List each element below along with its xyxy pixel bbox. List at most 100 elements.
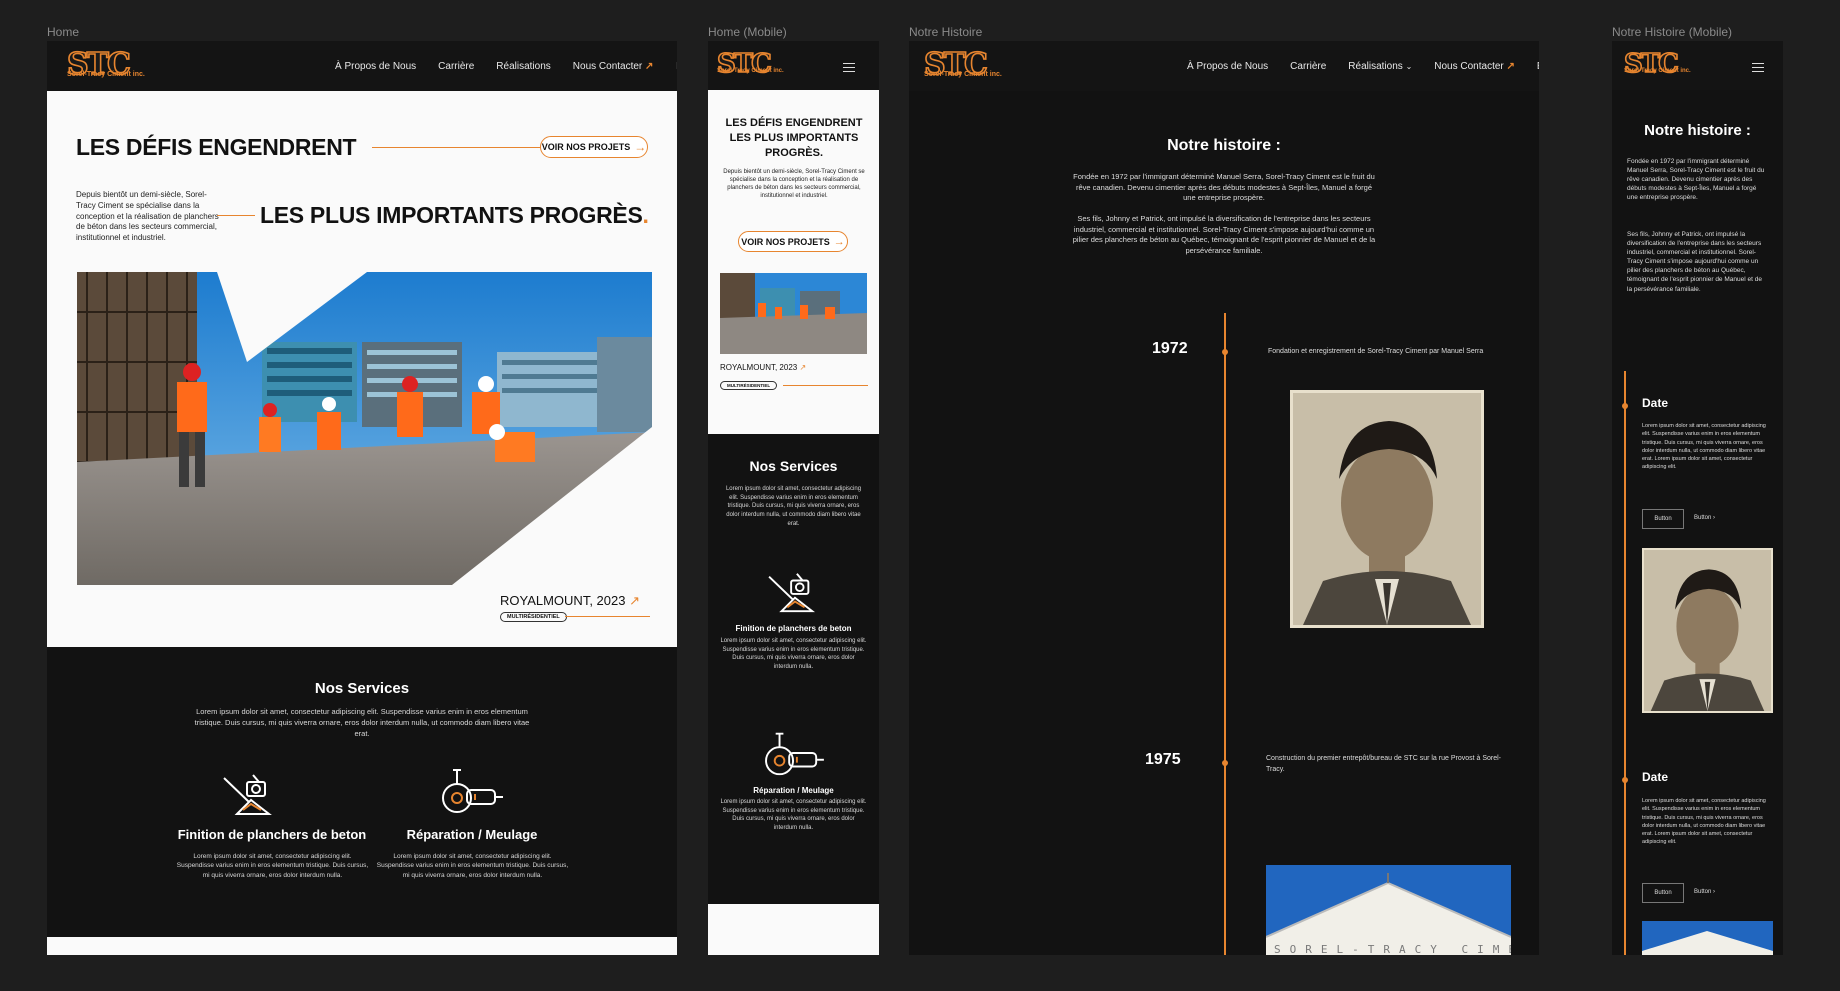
mobile-date-2-text: Lorem ipsum dolor sit amet, consectetur …	[1642, 798, 1766, 846]
arrow-right-icon: →	[833, 235, 845, 248]
hero-headline-2: LES PLUS IMPORTANTS PROGRÈS.	[260, 202, 649, 229]
project-tag: MULTIRÉSIDENTIEL	[500, 612, 567, 622]
histoire-para-2: Ses fils, Johnny et Patrick, ont impulsé…	[1072, 214, 1376, 255]
mobile-caption-line	[783, 385, 868, 386]
project-caption-text: ROYALMOUNT, 2023	[720, 363, 798, 372]
hero-line	[372, 147, 542, 148]
hero-intro: Depuis bientôt un demi-siècle, Sorel-Tra…	[76, 190, 219, 243]
building-sign: SOREL-TRACY CIMEN	[1274, 943, 1511, 955]
mobile-histoire-title: Notre histoire :	[1644, 122, 1751, 139]
nav-about[interactable]: À Propos de Nous	[335, 61, 416, 72]
home-mobile-frame: STC Sorel-Tracy Ciment inc. LES DÉFIS EN…	[708, 41, 879, 955]
nav-lang[interactable]: EN	[675, 61, 677, 72]
mobile-services-title: Nos Services	[749, 458, 838, 474]
nav-career[interactable]: Carrière	[438, 61, 474, 72]
mobile-intro: Depuis bientôt un demi-siècle, Sorel-Tra…	[723, 169, 865, 200]
nav-contact[interactable]: Nous Contacter ↗	[573, 61, 654, 72]
chevron-right-icon: ›	[1713, 889, 1716, 895]
mobile-service-1-name: Finition de planchers de beton	[735, 624, 852, 633]
mobile-navbar: STC Sorel-Tracy Ciment inc.	[1612, 41, 1783, 90]
timeline-line	[1224, 313, 1226, 955]
logo-name: Sorel-Tracy Ciment inc.	[924, 71, 1002, 78]
timeline-year-1975: 1975	[1145, 751, 1181, 768]
mobile-histoire-para-2: Ses fils, Johnny et Patrick, ont impulsé…	[1627, 231, 1762, 293]
intro-line	[217, 215, 255, 216]
hamburger-icon[interactable]	[1752, 60, 1764, 75]
nav-projects[interactable]: Réalisations ⌄	[1348, 61, 1412, 72]
arrow-up-right-icon: ↗	[1506, 61, 1515, 72]
timeline-year-1972: 1972	[1152, 340, 1188, 357]
hero-photo	[77, 272, 652, 585]
services-title: Nos Services	[314, 680, 410, 697]
histoire-para-1: Fondée en 1972 par l'immigrant déterminé…	[1073, 172, 1375, 202]
services-section: Nos Services Lorem ipsum dolor sit amet,…	[47, 647, 677, 937]
services-intro: Lorem ipsum dolor sit amet, consectetur …	[194, 707, 530, 738]
date-2-button[interactable]: Button	[1642, 883, 1684, 903]
date-1-link[interactable]: Button ›	[1694, 515, 1715, 521]
nav-lang[interactable]: EN	[1537, 61, 1539, 72]
timeline-dot	[1622, 777, 1628, 783]
frame-label-home-mobile: Home (Mobile)	[708, 25, 787, 39]
timeline-dot	[1222, 349, 1228, 355]
headline-2-text: LES PLUS IMPORTANTS PROGRÈS	[260, 202, 643, 228]
timeline-dot	[1222, 760, 1228, 766]
frame-label-home: Home	[47, 25, 80, 39]
see-projects-label: VOIR NOS PROJETS	[541, 142, 631, 152]
mobile-warehouse-photo	[1642, 921, 1773, 955]
nav-links: À Propos de Nous Carrière Réalisations ⌄…	[1165, 61, 1539, 72]
timeline-text-1975: Construction du premier entrepôt/bureau …	[1266, 755, 1502, 773]
home-frame: STC Sorel-Tracy Ciment inc. À Propos de …	[47, 41, 677, 955]
logo-name: Sorel-Tracy Ciment inc.	[67, 71, 145, 78]
caption-line	[565, 616, 650, 617]
hero-headline-1: LES DÉFIS ENGENDRENT	[76, 134, 357, 160]
arrow-up-right-icon: ↗	[799, 363, 807, 372]
mobile-headline: LES DÉFIS ENGENDRENT LES PLUS IMPORTANTS…	[725, 117, 863, 159]
nav-projects[interactable]: Réalisations	[496, 61, 550, 72]
angle-grinder-icon	[442, 769, 503, 813]
mobile-project-tag: MULTIRÉSIDENTIEL	[720, 381, 778, 390]
hamburger-icon[interactable]	[843, 60, 855, 75]
mobile-navbar: STC Sorel-Tracy Ciment inc.	[708, 41, 879, 90]
logo[interactable]: STC Sorel-Tracy Ciment inc.	[716, 50, 784, 78]
mobile-services-section: Nos Services Lorem ipsum dolor sit amet,…	[708, 434, 879, 904]
histoire-frame: STC Sorel-Tracy Ciment inc. À Propos de …	[909, 41, 1539, 955]
mobile-date-1: Date	[1642, 396, 1669, 410]
frame-label-histoire: Notre Histoire	[909, 25, 983, 39]
mobile-hero-photo	[720, 273, 867, 354]
project-caption[interactable]: ROYALMOUNT, 2023 ↗	[500, 593, 640, 609]
mobile-services-intro: Lorem ipsum dolor sit amet, consectetur …	[725, 486, 862, 527]
date-1-button[interactable]: Button	[1642, 509, 1684, 529]
chevron-right-icon: ›	[1713, 515, 1716, 521]
arrow-up-right-icon: ↗	[629, 593, 640, 608]
logo[interactable]: STC Sorel-Tracy Ciment inc.	[923, 49, 1002, 81]
mobile-histoire-para-1: Fondée en 1972 par l'immigrant déterminé…	[1627, 158, 1765, 202]
see-projects-button[interactable]: VOIR NOS PROJETS →	[540, 136, 648, 158]
logo-name: Sorel-Tracy Ciment inc.	[1624, 68, 1691, 74]
floor-finishing-icon	[768, 573, 816, 613]
nav-about[interactable]: À Propos de Nous	[1187, 61, 1268, 72]
logo-name: Sorel-Tracy Ciment inc.	[717, 68, 784, 74]
date-2-link[interactable]: Button ›	[1694, 889, 1715, 895]
see-projects-button[interactable]: VOIR NOS PROJETS →	[738, 231, 848, 252]
nav-contact[interactable]: Nous Contacter ↗	[1434, 61, 1515, 72]
navbar: STC Sorel-Tracy Ciment inc. À Propos de …	[47, 41, 677, 91]
portrait-photo	[1290, 390, 1484, 628]
nav-career[interactable]: Carrière	[1290, 61, 1326, 72]
histoire-mobile-frame: STC Sorel-Tracy Ciment inc. Notre histoi…	[1612, 41, 1783, 955]
headline-dot: .	[642, 202, 649, 228]
mobile-service-1-text: Lorem ipsum dolor sit amet, consectetur …	[720, 638, 867, 671]
service-1-name: Finition de planchers de beton	[177, 827, 367, 842]
timeline-text-1972: Fondation et enregistrement de Sorel-Tra…	[1268, 348, 1484, 355]
logo[interactable]: STC Sorel-Tracy Ciment inc.	[1623, 50, 1691, 78]
mobile-date-2: Date	[1642, 770, 1669, 784]
logo[interactable]: STC Sorel-Tracy Ciment inc.	[66, 49, 145, 81]
arrow-right-icon: →	[634, 140, 647, 154]
floor-finishing-icon	[223, 774, 272, 815]
mobile-project-caption[interactable]: ROYALMOUNT, 2023 ↗	[720, 363, 806, 372]
frame-label-histoire-mobile: Notre Histoire (Mobile)	[1612, 25, 1733, 39]
project-caption-text: ROYALMOUNT, 2023	[500, 593, 626, 608]
chevron-down-icon: ⌄	[1405, 62, 1413, 71]
date-1-link-label: Button	[1694, 515, 1712, 521]
nav-links: À Propos de Nous Carrière Réalisations N…	[313, 61, 677, 72]
mobile-portrait-photo	[1642, 548, 1773, 713]
